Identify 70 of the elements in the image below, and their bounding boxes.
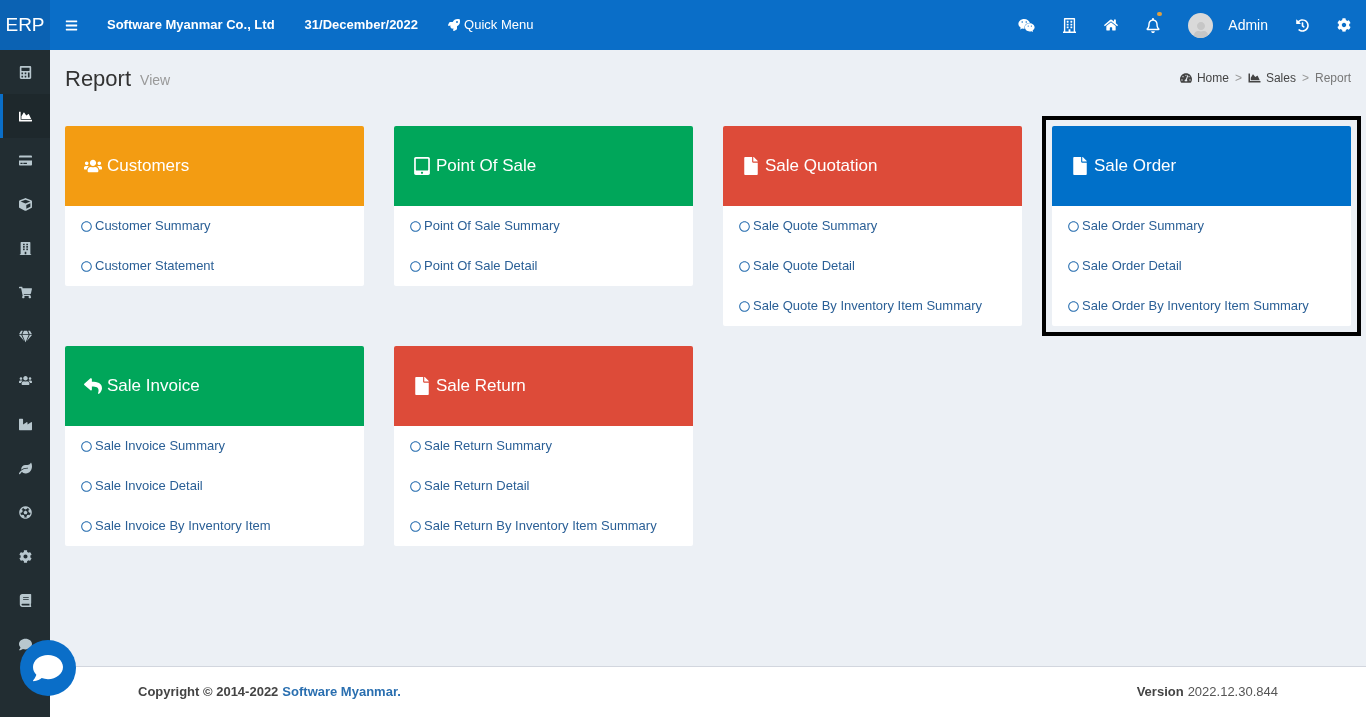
reply-arrow-icon [84,377,102,395]
report-link[interactable]: Sale Return By Inventory Item Summary [394,506,693,546]
copyright-text: Copyright © 2014-2022 [138,683,279,702]
breadcrumb-separator: > [1301,70,1309,87]
building-icon[interactable] [18,241,32,255]
calculator-icon[interactable] [18,65,32,79]
card-title: Customers [107,155,190,178]
report-link[interactable]: Sale Order Summary [1052,206,1351,246]
report-link[interactable]: Sale Invoice Detail [65,466,364,506]
building-icon[interactable] [1063,17,1077,33]
chat-bubble-icon [33,653,63,683]
tablet-icon [413,157,431,175]
menu-icon[interactable] [65,18,78,32]
card-title: Sale Order [1094,155,1177,178]
leaf-icon[interactable] [18,461,32,475]
logo[interactable]: ERP [0,0,50,50]
card-title: Sale Quotation [765,155,878,178]
report-link[interactable]: Sale Return Detail [394,466,693,506]
users-icon [84,157,102,175]
area-chart-icon [1247,72,1261,84]
diamond-icon[interactable] [18,329,32,343]
speech-bubble-icon[interactable] [18,637,32,651]
breadcrumb-link[interactable]: Sales [1247,69,1296,87]
document-icon [742,157,760,175]
cube-icon[interactable] [18,197,32,211]
report-link[interactable]: Sale Quote Summary [723,206,1022,246]
avatar[interactable] [1188,12,1214,38]
rocket-icon [448,19,461,31]
card-title: Sale Invoice [107,375,200,398]
users-icon[interactable] [18,373,32,387]
version-number: 2022.12.30.844 [1187,683,1278,702]
home-icon[interactable] [1104,18,1119,32]
report-link[interactable]: Sale Return Summary [394,426,693,466]
report-link[interactable]: Sale Order By Inventory Item Summary [1052,286,1351,326]
dashboard-icon [1179,72,1192,84]
report-link[interactable]: Sale Invoice By Inventory Item [65,506,364,546]
cart-icon[interactable] [18,285,32,299]
user-name[interactable]: Admin [1228,14,1268,36]
breadcrumb-separator: > [1234,70,1242,87]
page-subtitle: View [140,71,171,90]
report-link[interactable]: Sale Quote Detail [723,246,1022,286]
company-name: Software Myanmar Co., Ltd [107,16,275,35]
report-link[interactable]: Sale Invoice Summary [65,426,364,466]
factory-icon[interactable] [18,417,32,431]
report-link[interactable]: Point Of Sale Detail [394,246,693,286]
report-link[interactable]: Sale Quote By Inventory Item Summary [723,286,1022,326]
settings-icon[interactable] [18,549,32,563]
history-icon[interactable] [1296,18,1309,32]
report-link[interactable]: Sale Order Detail [1052,246,1351,286]
chat-icon[interactable] [1018,16,1036,34]
notification-bell-icon[interactable] [1146,17,1161,33]
document-icon [1071,157,1089,175]
company-link[interactable]: Software Myanmar. [282,682,401,702]
page-title: Report [65,64,132,93]
document-icon [413,377,431,395]
breadcrumb-current: Report [1314,70,1351,87]
date: 31/December/2022 [304,16,419,35]
card-title: Sale Return [436,375,526,398]
report-link[interactable]: Point Of Sale Summary [394,206,693,246]
sidebar-item[interactable] [0,94,50,138]
breadcrumb-link[interactable]: Home [1179,69,1229,87]
report-link[interactable]: Customer Statement [65,246,364,286]
card-title: Point Of Sale [436,155,537,178]
report-link[interactable]: Customer Summary [65,206,364,246]
credit-card-icon[interactable] [18,153,32,167]
version-label: Version [1136,683,1184,702]
quick-menu-button[interactable]: Quick Menu [448,15,534,35]
settings-icon[interactable] [1337,18,1351,32]
book-icon[interactable] [18,593,32,607]
area-chart-icon [18,109,32,123]
